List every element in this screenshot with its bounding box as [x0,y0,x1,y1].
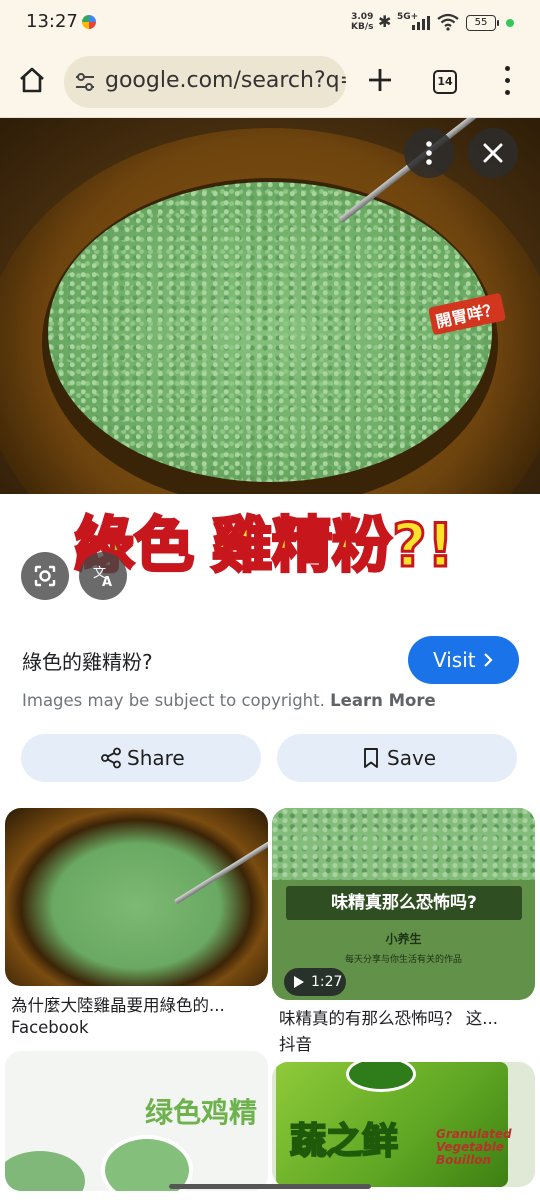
related-title-2[interactable]: 味精真的有那么恐怖吗？ 这... [279,1005,529,1029]
close-button[interactable] [468,128,518,178]
network-speed-unit: KB/s [351,22,374,32]
visit-button[interactable]: Visit [408,636,519,684]
tab-switcher-button[interactable]: 14 [433,70,457,94]
bluetooth-icon: ✱ [378,12,392,31]
product-english-name: Granulated Vegetable Bouillon [436,1128,512,1167]
network-speed: 3.09 KB/s [351,12,373,32]
wifi-icon [437,13,459,31]
product-brand: 蔬之鲜 [289,1120,399,1163]
save-button[interactable]: Save [277,734,517,782]
browser-toolbar: google.com/search?q= 14 [0,46,540,118]
caption-part-yellow: 雞精粉?! [210,510,455,583]
video-duration: 1:27 [311,974,343,990]
image-overlay-text: 绿色鸡精 [145,1096,258,1129]
save-label: Save [387,746,437,770]
active-indicator-dot [506,19,514,27]
learn-more-link[interactable]: Learn More [330,691,436,710]
video-overlay-title: 味精真那么恐怖吗? [286,886,522,920]
brand-logo [346,1062,416,1092]
related-source-1[interactable]: Facebook [11,1018,89,1037]
product-english-line-3: Bouillon [436,1153,492,1167]
svg-text:A: A [102,575,112,590]
more-options-button[interactable] [404,128,454,178]
related-image-3[interactable]: 绿色鸡精 [5,1051,268,1191]
spoon [173,836,268,905]
url-text[interactable]: google.com/search?q= [105,68,346,93]
home-indicator[interactable] [169,1184,371,1189]
home-icon[interactable] [16,64,48,96]
image-caption: 綠色 雞精粉?! [73,502,456,590]
video-duration-badge: 1:27 [284,968,346,996]
new-tab-icon[interactable] [364,64,396,96]
related-image-4[interactable]: 蔬之鲜 Granulated Vegetable Bouillon [272,1062,535,1187]
related-source-2[interactable]: 抖音 [279,1031,312,1055]
visit-label: Visit [433,648,476,672]
translate-icon: 文 A [93,566,112,590]
green-granules [48,182,492,482]
share-label: Share [127,746,185,770]
address-bar[interactable]: google.com/search?q= [64,56,346,108]
product-bag: 蔬之鲜 Granulated Vegetable Bouillon [276,1062,512,1187]
battery-icon: 55 [466,15,499,31]
video-overlay-sub2: 每天分享与你生活有关的作品 [344,955,462,965]
related-image-1[interactable] [5,808,268,986]
video-thumb-granules [272,808,535,880]
status-time: 13:27 [26,11,78,32]
image-preview[interactable]: 開胃咩？ 綠色 雞精粉?! 文 A [0,118,540,618]
bookmark-icon [364,748,378,768]
status-bar: 13:27 3.09 KB/s ✱ 5G+ 55 [0,0,540,46]
app-notification-icon [82,15,96,29]
share-icon [101,747,121,769]
play-icon [294,976,304,988]
related-title-1[interactable]: 為什麼大陸雞晶要用綠色的... [11,992,261,1016]
lens-search-button[interactable] [21,552,69,600]
granule-bowl [101,1135,193,1191]
granule-pile [5,1151,85,1191]
signal-icon [412,14,432,30]
translate-button[interactable]: 文 A [79,552,127,600]
copyright-text: Images may be subject to copyright. [22,691,325,710]
overflow-menu-icon[interactable] [500,66,516,96]
site-settings-icon[interactable] [74,72,96,92]
close-icon [483,143,503,163]
lens-icon [34,565,56,587]
network-speed-value: 3.09 [351,12,374,22]
video-overlay-sub: 小养生 [385,932,422,946]
more-vert-icon [426,141,432,165]
copyright-notice: Images may be subject to copyright. Lear… [22,691,436,710]
result-title[interactable]: 綠色的雞精粉? [22,646,153,675]
share-button[interactable]: Share [21,734,261,782]
chevron-right-icon [484,653,493,667]
preview-photo: 開胃咩？ [0,118,540,494]
